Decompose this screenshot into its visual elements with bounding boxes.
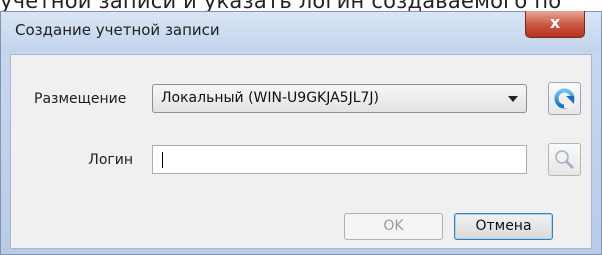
title-bar: Создание учетной записи	[1, 12, 601, 52]
placement-select[interactable]: Локальный (WIN-U9GKJA5JL7J)	[152, 84, 527, 113]
close-icon: x	[549, 13, 561, 32]
chevron-down-icon	[508, 96, 518, 102]
placement-label: Размещение	[34, 91, 127, 107]
login-label: Логин	[88, 152, 133, 168]
close-button[interactable]: x	[525, 11, 585, 38]
login-input[interactable]	[152, 145, 527, 174]
dialog-window: Создание учетной записи x Размещение Лок…	[0, 11, 602, 255]
dialog-body: Размещение Локальный (WIN-U9GKJA5JL7J) Л…	[10, 54, 592, 249]
search-button[interactable]	[548, 143, 581, 176]
cancel-button[interactable]: Отмена	[454, 213, 553, 240]
dialog-title: Создание учетной записи	[15, 21, 220, 39]
search-icon	[555, 150, 574, 169]
refresh-button[interactable]	[548, 82, 581, 115]
ok-button[interactable]: OK	[344, 213, 443, 240]
placement-selected-value: Локальный (WIN-U9GKJA5JL7J)	[161, 90, 380, 106]
text-caret	[162, 152, 163, 168]
refresh-icon	[554, 88, 575, 109]
